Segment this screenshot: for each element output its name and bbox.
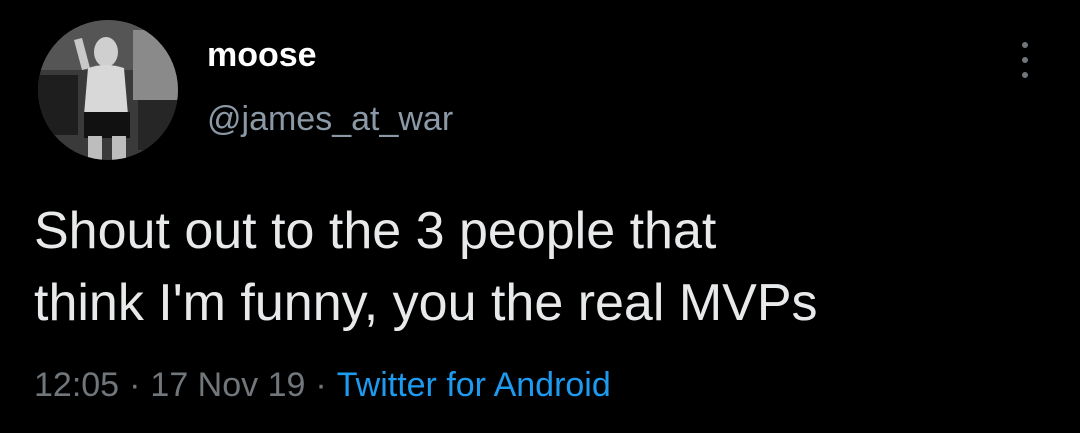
more-options-button[interactable] <box>1008 40 1042 80</box>
profile-photo-icon <box>38 20 178 160</box>
more-vertical-icon <box>1022 72 1028 78</box>
meta-separator: · <box>129 366 141 404</box>
author-handle[interactable]: @james_at_war <box>207 100 453 139</box>
avatar[interactable] <box>38 20 178 160</box>
tweet-meta: 12:05 · 17 Nov 19 · Twitter for Android <box>34 366 611 405</box>
tweet: moose @james_at_war Shout out to the 3 p… <box>0 0 1080 433</box>
meta-separator: · <box>315 366 327 404</box>
tweet-text-line: Shout out to the 3 people that <box>34 202 717 260</box>
tweet-source-link[interactable]: Twitter for Android <box>337 366 611 404</box>
tweet-text: Shout out to the 3 people that think I'm… <box>34 195 1054 339</box>
more-vertical-icon <box>1022 57 1028 63</box>
tweet-date[interactable]: 17 Nov 19 <box>150 366 305 404</box>
more-vertical-icon <box>1022 42 1028 48</box>
tweet-text-line: think I'm funny, you the real MVPs <box>34 274 818 332</box>
tweet-time[interactable]: 12:05 <box>34 366 119 404</box>
author-display-name[interactable]: moose <box>207 36 317 75</box>
